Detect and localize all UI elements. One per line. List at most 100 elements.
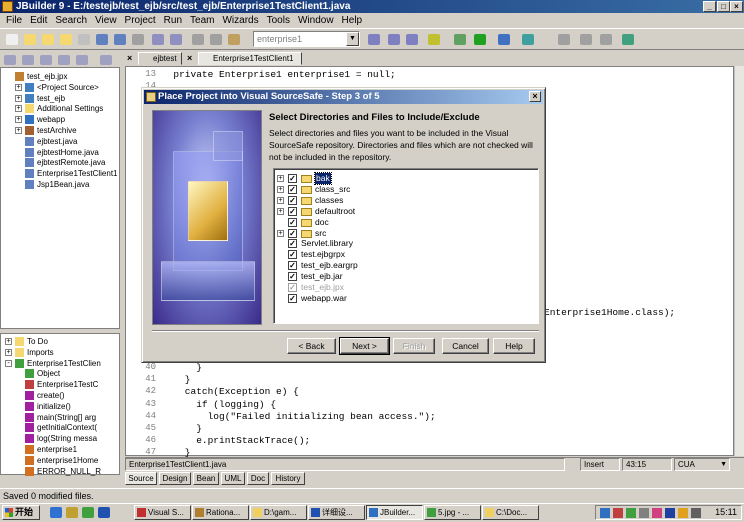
close-tab-icon[interactable]: ×	[127, 53, 132, 63]
menu-view[interactable]: View	[91, 15, 121, 26]
include-tree-item[interactable]: + ✓ classes	[274, 195, 536, 206]
save-all-icon[interactable]	[112, 32, 128, 47]
include-tree-item[interactable]: ✓ test_ejb.jpx	[274, 282, 536, 293]
tree-item[interactable]: ejbtestHome.java	[3, 147, 118, 158]
copy-icon[interactable]	[208, 32, 224, 47]
jbuilder-app-icon[interactable]	[2, 1, 13, 12]
tree-item[interactable]: + Additional Settings	[3, 103, 118, 114]
find-icon[interactable]	[366, 32, 382, 47]
include-checkbox[interactable]: ✓	[288, 217, 297, 227]
desktop-icon[interactable]	[82, 507, 94, 518]
tree-item[interactable]: Enterprise1TestC	[3, 379, 118, 390]
expand-icon[interactable]: +	[15, 127, 22, 134]
tree-item[interactable]: main(String[] arg	[3, 412, 118, 423]
tab-design[interactable]: Design	[159, 472, 191, 485]
refresh-icon[interactable]	[76, 55, 88, 65]
close-icon[interactable]	[76, 32, 92, 47]
tree-item[interactable]: ejbtest.java	[3, 136, 118, 147]
back-nav-icon[interactable]	[4, 55, 16, 65]
menu-window[interactable]: Window	[294, 15, 338, 26]
include-tree-item[interactable]: ✓ doc	[274, 217, 536, 228]
close-icon[interactable]: ×	[529, 91, 541, 102]
include-tree-item[interactable]: ✓ test_ejb.jar	[274, 271, 536, 282]
tree-item[interactable]: + <Project Source>	[3, 82, 118, 93]
taskbar-button[interactable]: 详细设...	[308, 505, 365, 520]
start-button[interactable]: 开始	[2, 505, 40, 520]
tab-history[interactable]: History	[271, 472, 305, 485]
tree-item[interactable]: Object	[3, 368, 118, 379]
chevron-down-icon[interactable]: ▼	[346, 32, 359, 46]
taskbar-button[interactable]: D:\gam...	[250, 505, 307, 520]
expand-icon[interactable]: +	[5, 338, 12, 345]
undo-icon[interactable]	[150, 32, 166, 47]
close-button[interactable]: ×	[730, 1, 743, 12]
paste-icon[interactable]	[226, 32, 242, 47]
search-combo[interactable]: enterprise1 ▼	[253, 31, 360, 47]
menu-edit[interactable]: Edit	[26, 15, 51, 26]
menu-run[interactable]: Run	[160, 15, 186, 26]
tree-item[interactable]: enterprise1	[3, 444, 118, 455]
include-checkbox[interactable]: ✓	[288, 283, 297, 292]
include-tree-item[interactable]: ✓ test.ejbgrpx	[274, 249, 536, 260]
tab-ejbtest[interactable]: ejbtest	[138, 52, 182, 65]
menu-wizards[interactable]: Wizards	[218, 15, 262, 26]
tab-uml[interactable]: UML	[221, 472, 245, 485]
expand-icon[interactable]: +	[277, 196, 284, 204]
include-checkbox[interactable]: ✓	[288, 239, 297, 249]
back-icon[interactable]	[556, 32, 572, 47]
save-icon[interactable]	[94, 32, 110, 47]
expand-icon[interactable]: +	[277, 207, 284, 215]
optimize-icon[interactable]	[520, 32, 536, 47]
messenger-icon[interactable]	[678, 508, 688, 518]
tree-item[interactable]: + testArchive	[3, 125, 118, 136]
menu-file[interactable]: File	[2, 15, 26, 26]
next-button[interactable]: Next >	[339, 337, 390, 355]
tree-item[interactable]: getInitialContext(	[3, 422, 118, 433]
include-checkbox[interactable]: ✓	[288, 174, 297, 183]
back-button[interactable]: < Back	[287, 338, 336, 354]
menu-tools[interactable]: Tools	[263, 15, 294, 26]
taskbar-button[interactable]: Visual S...	[134, 505, 191, 520]
include-checkbox[interactable]: ✓	[288, 261, 297, 271]
help-button[interactable]: Help	[493, 338, 535, 354]
minimize-button[interactable]: _	[703, 1, 716, 12]
more-icon[interactable]	[100, 55, 112, 65]
collapse-icon[interactable]: -	[5, 359, 12, 367]
maximize-button[interactable]: □	[717, 1, 730, 12]
browse-symbol-icon[interactable]	[426, 32, 442, 47]
tree-item[interactable]: + webapp	[3, 114, 118, 125]
include-tree-item[interactable]: ✓ webapp.war	[274, 293, 536, 304]
redo-icon[interactable]	[168, 32, 184, 47]
expand-icon[interactable]: +	[277, 185, 284, 193]
tree-item[interactable]: log(String messa	[3, 433, 118, 444]
ie-icon[interactable]	[50, 507, 62, 518]
network-icon[interactable]	[600, 508, 610, 518]
expand-icon[interactable]: +	[15, 83, 22, 91]
tree-item[interactable]: Enterprise1TestClient1.ja	[3, 168, 118, 179]
include-exclude-tree[interactable]: + ✓ bak + ✓ class_src + ✓ classes + ✓ defaultroot ✓ d…	[273, 168, 539, 324]
cut-icon[interactable]	[190, 32, 206, 47]
tree-item[interactable]: ejbtestRemote.java	[3, 157, 118, 168]
input-method-icon[interactable]	[652, 508, 662, 518]
forward-icon[interactable]	[578, 32, 594, 47]
remove-files-icon[interactable]	[58, 55, 70, 65]
display-icon[interactable]	[691, 508, 701, 518]
include-checkbox[interactable]: ✓	[288, 293, 297, 303]
finish-button[interactable]: Finish	[393, 338, 435, 354]
include-checkbox[interactable]: ✓	[288, 228, 297, 238]
replace-icon[interactable]	[404, 32, 420, 47]
reopen-icon[interactable]	[58, 32, 74, 47]
include-tree-item[interactable]: + ✓ class_src	[274, 184, 536, 195]
close-tab-icon[interactable]: ×	[187, 53, 192, 63]
tree-item[interactable]: + Imports	[3, 347, 118, 358]
tree-item[interactable]: + To Do	[3, 336, 118, 347]
include-tree-item[interactable]: ✓ Servlet.library	[274, 238, 536, 249]
tree-item[interactable]: Jsp1Bean.java	[3, 179, 118, 190]
tree-item[interactable]: initialize()	[3, 401, 118, 412]
tab-source[interactable]: Source	[125, 472, 157, 485]
expand-icon[interactable]: +	[277, 229, 284, 237]
make-icon[interactable]	[452, 32, 468, 47]
forward-nav-icon[interactable]	[22, 55, 34, 65]
include-checkbox[interactable]: ✓	[288, 206, 297, 216]
include-checkbox[interactable]: ✓	[288, 250, 297, 260]
